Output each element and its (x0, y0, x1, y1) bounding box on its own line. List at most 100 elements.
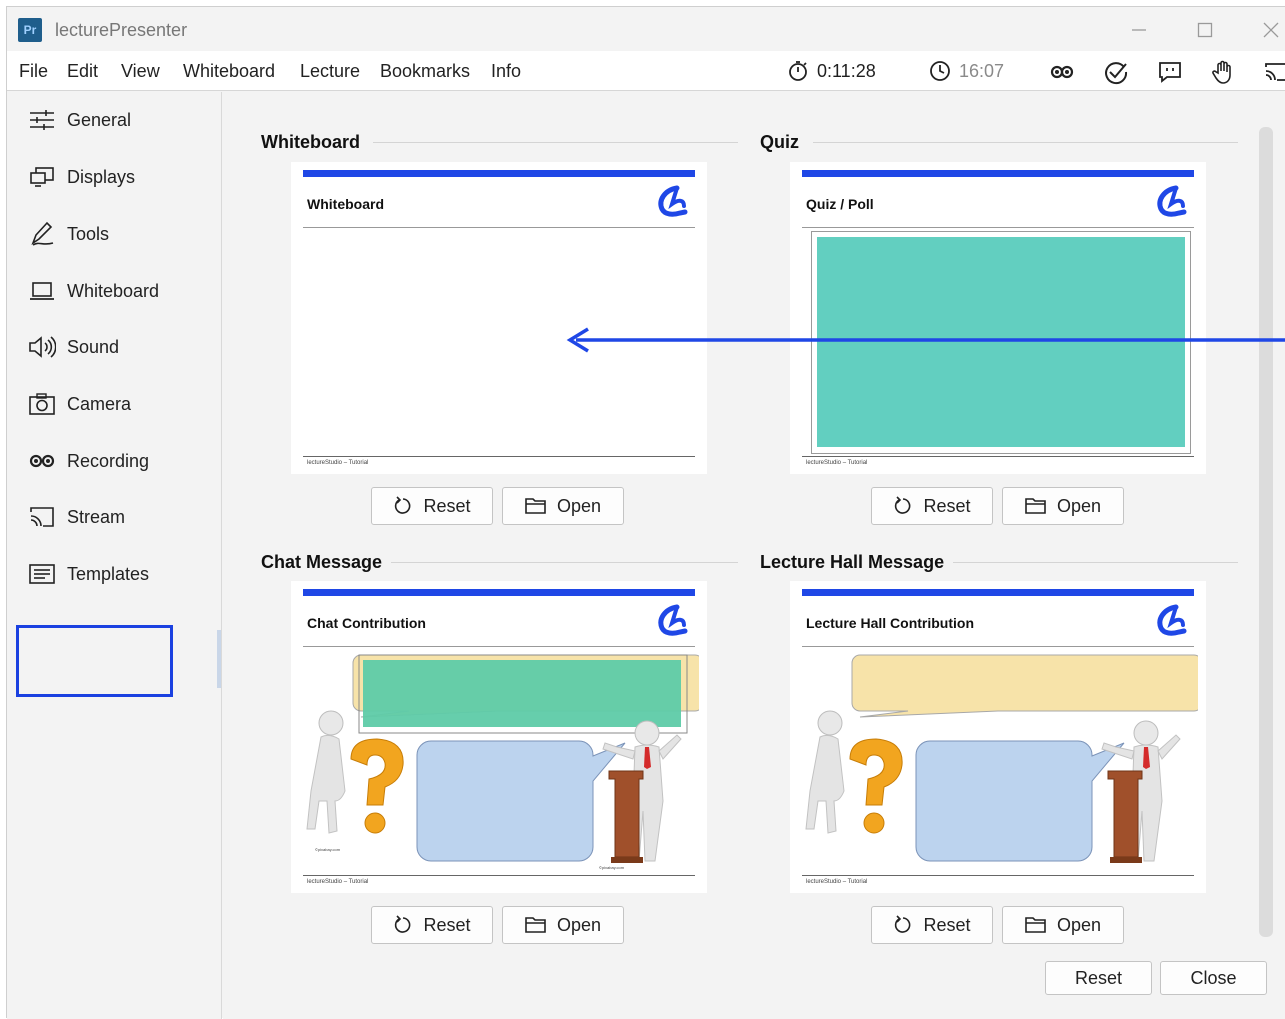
window-title: lecturePresenter (55, 20, 188, 40)
sidebar-item-tools[interactable]: Tools (27, 214, 217, 254)
reset-icon (395, 915, 411, 933)
button-label: Reset (423, 914, 471, 935)
footer-divider (802, 456, 1194, 457)
template-footer: lectureStudio – Tutorial (307, 460, 369, 466)
sidebar-item-label: Displays (67, 166, 136, 187)
menu-bookmarks[interactable]: Bookmarks (380, 61, 470, 82)
chat-open-button[interactable]: Open (502, 906, 624, 944)
sidebar-item-sound[interactable]: Sound (27, 327, 217, 367)
menu-lecture[interactable]: Lecture (300, 61, 360, 82)
button-label: Open (1056, 495, 1102, 516)
header-bar (802, 170, 1194, 177)
selection-indicator (217, 630, 221, 688)
header-divider (802, 227, 1194, 228)
close-icon (1263, 22, 1279, 38)
sidebar-item-label: Stream (67, 506, 126, 527)
reset-icon (395, 496, 411, 514)
template-title: Chat Contribution (307, 615, 426, 631)
template-footer: lectureStudio – Tutorial (307, 879, 369, 885)
settings-sidebar: General Displays Tools Whiteboard Sound … (7, 92, 222, 1019)
button-label: Reset (923, 914, 971, 935)
template-title: Lecture Hall Contribution (806, 615, 974, 631)
divider (813, 142, 1238, 143)
header-divider (802, 646, 1194, 647)
menu-view[interactable]: View (121, 61, 160, 82)
maximize-icon (1197, 22, 1213, 38)
displays-icon (30, 167, 54, 187)
check-circle-icon[interactable] (1103, 59, 1129, 85)
folder-icon (1025, 498, 1046, 514)
sidebar-item-label: Sound (67, 336, 120, 357)
whiteboard-reset-button[interactable]: Reset (371, 487, 493, 525)
template-title: Whiteboard (307, 196, 384, 212)
lecture-timer[interactable]: 0:11:28 (787, 60, 876, 82)
image-credit: ©pixabay.com (315, 847, 341, 852)
sidebar-item-whiteboard[interactable]: Whiteboard (27, 271, 217, 311)
sidebar-item-stream[interactable]: Stream (27, 497, 217, 537)
lecturestudio-logo-icon (1157, 604, 1187, 636)
header-divider (303, 227, 695, 228)
templates-panel: Whiteboard Whiteboard lectureStudio – Tu… (223, 92, 1285, 1019)
section-title-chat: Chat Message (261, 552, 383, 572)
sidebar-item-label: Tools (67, 223, 110, 244)
recording-icon[interactable] (1049, 59, 1075, 85)
hand-icon[interactable] (1210, 59, 1236, 85)
whiteboard-template-preview[interactable]: Whiteboard lectureStudio – Tutorial (291, 162, 707, 474)
divider (391, 562, 738, 563)
sidebar-item-recording[interactable]: Recording (27, 441, 217, 481)
lecture-hall-template-preview[interactable]: Lecture Hall Contribution lectureStudio … (790, 581, 1206, 893)
chat-icon[interactable] (1157, 59, 1183, 85)
section-title-quiz: Quiz (760, 132, 799, 152)
templates-highlight-box (16, 625, 173, 697)
close-button[interactable]: Close (1160, 961, 1267, 995)
lecture-hall-reset-button[interactable]: Reset (871, 906, 993, 944)
divider (373, 142, 738, 143)
section-title-lecture-hall: Lecture Hall Message (760, 552, 945, 572)
section-title-whiteboard: Whiteboard (261, 132, 360, 152)
menu-info[interactable]: Info (491, 61, 521, 82)
stream-icon[interactable] (1263, 59, 1285, 85)
reset-icon (895, 496, 911, 514)
folder-icon (525, 498, 546, 514)
image-credit: ©pixabay.com (599, 865, 625, 870)
button-label: Close (1190, 967, 1237, 988)
chat-reset-button[interactable]: Reset (371, 906, 493, 944)
lecture-hall-open-button[interactable]: Open (1002, 906, 1124, 944)
chat-template-preview[interactable]: Chat Contribution ©pixabay.com ©pixabay.… (291, 581, 707, 893)
menu-whiteboard[interactable]: Whiteboard (183, 61, 275, 82)
lecturestudio-logo-icon (1157, 185, 1187, 217)
sliders-icon (30, 110, 54, 130)
close-window-button[interactable] (1251, 15, 1285, 45)
sidebar-item-displays[interactable]: Displays (27, 157, 217, 197)
sidebar-item-label: Camera (67, 393, 132, 414)
menu-file[interactable]: File (19, 61, 48, 82)
whiteboard-open-button[interactable]: Open (502, 487, 624, 525)
footer-divider (802, 875, 1194, 876)
sidebar-item-camera[interactable]: Camera (27, 384, 217, 424)
menu-edit[interactable]: Edit (67, 61, 98, 82)
sidebar-item-general[interactable]: General (27, 100, 217, 140)
clock-value: 16:07 (959, 60, 1005, 81)
sidebar-item-label: Whiteboard (67, 280, 160, 301)
app-window: Pr lecturePresenter File Edit View White… (6, 6, 1285, 1019)
maximize-button[interactable] (1185, 15, 1225, 45)
footer-divider (303, 456, 695, 457)
stopwatch-icon (789, 61, 807, 81)
template-icon (29, 564, 55, 584)
lecturestudio-logo-icon (658, 185, 688, 217)
button-label: Reset (1074, 967, 1123, 988)
quiz-reset-button[interactable]: Reset (871, 487, 993, 525)
button-label: Reset (923, 495, 971, 516)
quiz-open-button[interactable]: Open (1002, 487, 1124, 525)
button-label: Open (556, 495, 602, 516)
sidebar-item-label: Recording (67, 450, 150, 471)
cast-icon (30, 507, 54, 527)
quiz-template-preview[interactable]: Quiz / Poll lectureStudio – Tutorial (790, 162, 1206, 474)
button-label: Open (1056, 914, 1102, 935)
reset-all-button[interactable]: Reset (1045, 961, 1152, 995)
laptop-icon (30, 282, 54, 300)
recording-icon (29, 454, 55, 468)
minimize-button[interactable] (1119, 15, 1159, 45)
scrollbar[interactable] (1259, 127, 1273, 937)
sidebar-item-templates[interactable]: Templates (27, 554, 217, 594)
